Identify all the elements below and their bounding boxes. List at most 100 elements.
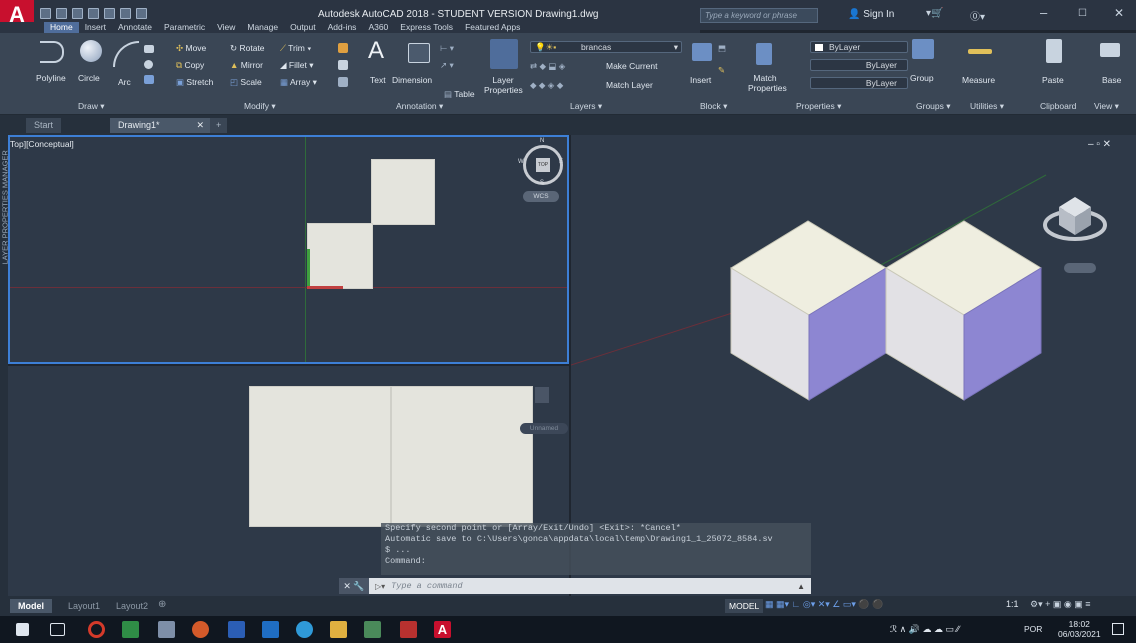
multileader-icon[interactable]: ↗ ▾: [440, 60, 454, 71]
model-space-toggle[interactable]: MODEL: [725, 599, 764, 613]
move-button[interactable]: ✣ Move: [176, 43, 206, 54]
command-input[interactable]: Type a command: [391, 581, 462, 591]
layer-tools-row1-icons[interactable]: ⇄ ◆ ⬓ ◈: [530, 61, 565, 72]
tab-model[interactable]: Model: [10, 599, 52, 613]
close-command-icon[interactable]: ✕ 🔧: [339, 578, 369, 594]
front-face-left[interactable]: [249, 386, 391, 527]
task-view-icon[interactable]: [50, 623, 65, 636]
layer-properties-icon[interactable]: [490, 39, 518, 69]
sign-in-button[interactable]: 👤 Sign In: [848, 9, 894, 20]
new-tab-button[interactable]: +: [210, 118, 228, 133]
offset-icon[interactable]: [338, 77, 348, 87]
new-icon[interactable]: [40, 8, 51, 19]
rotate-button[interactable]: ↻ Rotate: [230, 43, 265, 54]
system-tray-icons[interactable]: ℛ ∧ 🔊 ☁ ☁ ▭ ∕∕: [890, 624, 960, 635]
scale-button[interactable]: ◰ Scale: [230, 77, 262, 88]
lineweight-dropdown[interactable]: ByLayer: [810, 77, 908, 89]
annotation-scale[interactable]: 1:1: [1006, 599, 1019, 609]
measure-button[interactable]: Measure: [962, 75, 995, 85]
circle-button[interactable]: Circle: [78, 73, 100, 83]
view-panel-label[interactable]: View ▾: [1094, 101, 1119, 112]
match-properties-button[interactable]: Match Properties: [748, 73, 787, 93]
ucs-menu[interactable]: Unnamed: [520, 423, 568, 434]
clipboard-panel-label[interactable]: Clipboard: [1040, 101, 1076, 111]
autocad-taskbar-icon[interactable]: A: [434, 621, 451, 638]
save-as-icon[interactable]: [88, 8, 99, 19]
match-properties-icon[interactable]: [756, 43, 772, 65]
windows-start-icon[interactable]: [16, 623, 29, 636]
redo-icon[interactable]: [136, 8, 147, 19]
group-button[interactable]: Group: [910, 73, 934, 83]
command-expand-icon[interactable]: ▲: [797, 582, 805, 591]
tab-insert[interactable]: Insert: [79, 22, 112, 33]
square-bottom[interactable]: [307, 223, 373, 289]
properties-panel-label[interactable]: Properties ▾: [796, 101, 841, 112]
minimize-button[interactable]: –: [1040, 5, 1047, 20]
tab-a360[interactable]: A360: [362, 22, 394, 33]
filezilla-icon[interactable]: [400, 621, 417, 638]
explode-icon[interactable]: [338, 60, 348, 70]
viewcube-mini[interactable]: [535, 387, 549, 403]
save-icon[interactable]: [72, 8, 83, 19]
viewport-label[interactable]: Top][Conceptual]: [10, 139, 74, 149]
tab-start[interactable]: Start: [26, 118, 62, 133]
layer-tools-row2-icons[interactable]: ◆ ◆ ◈ ◆: [530, 80, 563, 91]
outlook-icon[interactable]: [262, 621, 279, 638]
tab-layout1[interactable]: Layout1: [62, 599, 106, 613]
paste-button[interactable]: Paste: [1042, 75, 1064, 85]
tab-annotate[interactable]: Annotate: [112, 22, 158, 33]
stretch-button[interactable]: ▣ Stretch: [176, 77, 213, 88]
trim-button[interactable]: ⟋ Trim ▾: [280, 43, 311, 54]
add-layout-button[interactable]: ⊕: [158, 599, 166, 610]
match-layer-button[interactable]: Match Layer: [606, 80, 653, 90]
opera-icon[interactable]: [88, 621, 105, 638]
make-current-button[interactable]: Make Current: [606, 61, 658, 71]
polyline-button[interactable]: Polyline: [36, 73, 66, 83]
plot-icon[interactable]: [104, 8, 115, 19]
undo-icon[interactable]: [120, 8, 131, 19]
app-icon-green[interactable]: [122, 621, 139, 638]
leader-icon[interactable]: ⊢ ▾: [440, 43, 454, 54]
block-panel-label[interactable]: Block ▾: [700, 101, 727, 112]
layer-properties-button[interactable]: Layer Properties: [484, 75, 523, 95]
close-tab-icon[interactable]: ✕: [196, 118, 204, 133]
draw-panel-label[interactable]: Draw ▾: [78, 101, 104, 112]
fillet-button[interactable]: ◢ Fillet ▾: [280, 60, 313, 71]
tab-home[interactable]: Home: [44, 22, 79, 33]
status-tools-icons[interactable]: ⚙▾ + ▣ ◉ ▣ ≡: [1030, 599, 1090, 610]
utilities-panel-label[interactable]: Utilities ▾: [970, 101, 1004, 112]
modify-panel-label[interactable]: Modify ▾: [244, 101, 276, 112]
annotation-panel-label[interactable]: Annotation ▾: [396, 101, 443, 112]
insert-button[interactable]: Insert: [690, 75, 711, 85]
viewcube-top-face[interactable]: TOP: [536, 158, 550, 172]
text-icon[interactable]: A: [368, 37, 384, 65]
tab-parametric[interactable]: Parametric: [158, 22, 211, 33]
notifications-icon[interactable]: [1112, 623, 1124, 635]
tab-express-tools[interactable]: Express Tools: [394, 22, 459, 33]
cart-icon[interactable]: ▾🛒: [926, 8, 943, 19]
text-button[interactable]: Text: [370, 75, 386, 85]
file-explorer-icon[interactable]: [330, 621, 347, 638]
close-button[interactable]: ✕: [1114, 6, 1124, 20]
front-face-right[interactable]: [391, 386, 533, 527]
array-button[interactable]: ▦ Array ▾: [280, 77, 317, 88]
clock[interactable]: 18:02 06/03/2021: [1058, 619, 1101, 639]
arc-button[interactable]: Arc: [118, 77, 131, 87]
open-icon[interactable]: [56, 8, 67, 19]
circle-icon[interactable]: [80, 40, 102, 62]
viewcube-wcs-menu[interactable]: [1064, 263, 1096, 273]
app-icon-blue[interactable]: [158, 621, 175, 638]
paste-icon[interactable]: [1046, 39, 1062, 63]
tab-manage[interactable]: Manage: [241, 22, 284, 33]
search-input[interactable]: Type a keyword or phrase: [700, 8, 818, 23]
layers-panel-label[interactable]: Layers ▾: [570, 101, 602, 112]
help-icon[interactable]: ⓪▾: [970, 8, 985, 23]
copy-button[interactable]: ⧉ Copy: [176, 60, 204, 71]
line-tool-icon[interactable]: [144, 45, 154, 53]
mirror-button[interactable]: ▲ Mirror: [230, 60, 263, 70]
dimension-icon[interactable]: [408, 43, 430, 63]
edit-block-icon[interactable]: ✎: [718, 65, 725, 76]
tab-addins[interactable]: Add-ins: [322, 22, 363, 33]
status-toggle-icons[interactable]: ▦ ▦▾ ∟ ◎▾ ✕▾ ∠ ▭▾ ⚫ ⚫: [765, 599, 883, 610]
dimension-button[interactable]: Dimension: [392, 75, 432, 85]
